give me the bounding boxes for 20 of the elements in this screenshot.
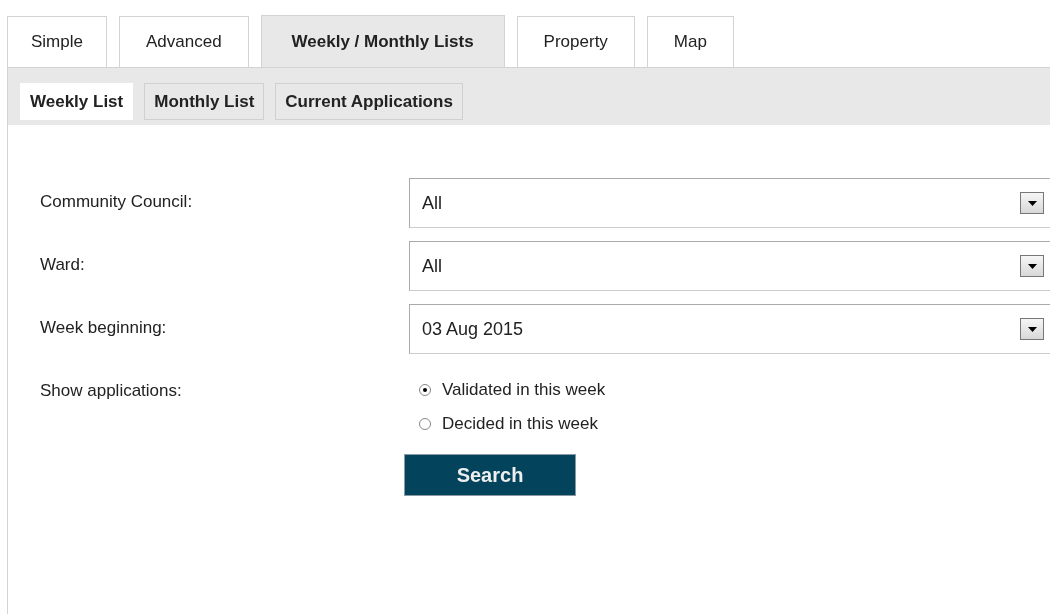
- tab[interactable]: Property: [516, 16, 635, 67]
- radio-button[interactable]: [419, 418, 431, 430]
- search-button[interactable]: Search: [404, 454, 576, 496]
- dropdown-field[interactable]: All: [409, 241, 1050, 291]
- dropdown-field[interactable]: 03 Aug 2015: [409, 304, 1050, 354]
- tab[interactable]: Simple: [7, 16, 107, 67]
- subtab[interactable]: Current Applications: [275, 83, 463, 120]
- field-label: Week beginning:: [40, 317, 168, 339]
- radio-label: Decided in this week: [442, 414, 598, 434]
- field-label: Ward:: [40, 254, 86, 276]
- field-label: Show applications:: [40, 380, 183, 402]
- tab[interactable]: Weekly / Monthly Lists: [260, 15, 505, 67]
- tab[interactable]: Map: [646, 16, 734, 67]
- tab[interactable]: Advanced: [118, 16, 249, 67]
- dropdown-field[interactable]: All: [409, 178, 1050, 228]
- subtab[interactable]: Weekly List: [20, 83, 134, 120]
- field-label: Community Council:: [40, 191, 194, 213]
- subtab[interactable]: Monthly List: [144, 83, 265, 120]
- radio-label: Validated in this week: [442, 380, 606, 400]
- radio-button[interactable]: [419, 384, 431, 396]
